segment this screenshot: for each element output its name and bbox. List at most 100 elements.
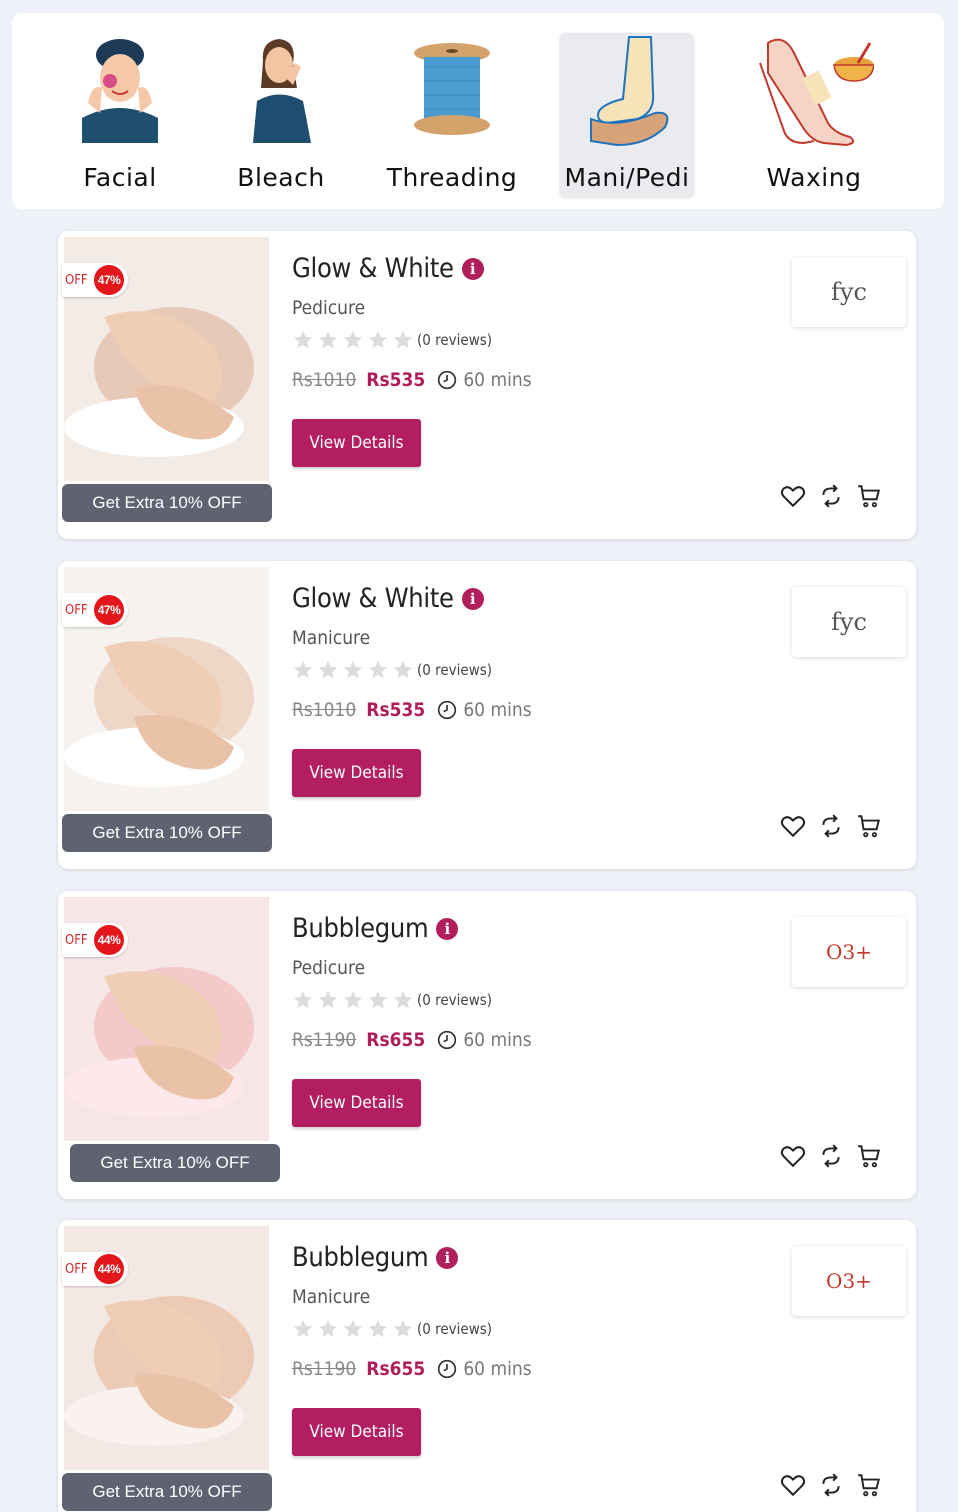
cart-icon[interactable] (856, 1143, 882, 1169)
category-mani-pedi[interactable]: Mani/Pedi (560, 33, 694, 197)
title-row: Bubblegum i (292, 913, 459, 944)
bleach-icon (253, 39, 311, 143)
service-subtitle: Pedicure (292, 297, 366, 319)
star-icon (393, 1319, 413, 1338)
compare-icon[interactable] (818, 483, 844, 509)
star-icon (293, 990, 313, 1009)
compare-icon[interactable] (818, 1143, 844, 1169)
star-icon (293, 330, 313, 349)
discount-tag: OFF 44% (62, 1252, 128, 1286)
discount-badge: 47% (94, 595, 124, 625)
discount-tag: OFF 44% (62, 923, 128, 957)
category-threading[interactable]: Threading (385, 33, 519, 197)
brand-logo[interactable]: fyc (792, 587, 906, 657)
brand-logo[interactable]: fyc (792, 257, 906, 327)
category-waxing[interactable]: Waxing (747, 33, 881, 197)
category-facial[interactable]: Facial (53, 33, 187, 197)
reviews-count: (0 reviews) (417, 991, 493, 1009)
heart-icon[interactable] (780, 813, 806, 839)
cart-icon[interactable] (856, 1472, 882, 1498)
category-bar: Facial Bleach Threading Mani/Pedi Waxing (12, 13, 944, 209)
brand-logo[interactable]: O3+ (792, 917, 906, 987)
service-card: OFF 44% Get Extra 10% OFF Bubblegum i Pe… (58, 891, 916, 1199)
brand-logo[interactable]: O3+ (792, 1246, 906, 1316)
view-details-button[interactable]: View Details (292, 1079, 421, 1127)
card-actions (780, 813, 894, 839)
service-subtitle: Manicure (292, 627, 371, 649)
category-bleach[interactable]: Bleach (214, 33, 348, 197)
reviews-count: (0 reviews) (417, 331, 493, 349)
info-icon[interactable]: i (436, 917, 459, 940)
threading-icon (414, 43, 490, 135)
reviews-count: (0 reviews) (417, 1320, 493, 1338)
star-icon (318, 1319, 338, 1338)
old-price: Rs1010 (292, 369, 357, 391)
service-title[interactable]: Glow & White (292, 583, 454, 614)
price-row: Rs1010 Rs535 60 mins (292, 699, 532, 721)
discount-badge: 47% (94, 265, 124, 295)
duration: 60 mins (463, 1358, 532, 1380)
compare-icon[interactable] (818, 1472, 844, 1498)
service-title[interactable]: Bubblegum (292, 1242, 429, 1273)
star-icon (318, 660, 338, 679)
discount-tag: OFF 47% (62, 593, 128, 627)
rating-stars: (0 reviews) (292, 1318, 492, 1340)
brand-name: fyc (831, 608, 867, 636)
info-icon[interactable]: i (461, 257, 484, 280)
mani-pedi-icon (590, 36, 669, 147)
discount-tag: OFF 47% (62, 263, 128, 297)
extra-discount-button[interactable]: Get Extra 10% OFF (62, 814, 272, 852)
service-subtitle: Manicure (292, 1286, 371, 1308)
title-row: Glow & White i (292, 583, 484, 614)
extra-discount-button[interactable]: Get Extra 10% OFF (62, 1473, 272, 1511)
heart-icon[interactable] (780, 483, 806, 509)
card-actions (780, 1472, 894, 1498)
new-price: Rs655 (366, 1358, 426, 1380)
service-subtitle: Pedicure (292, 957, 366, 979)
star-icon (368, 330, 388, 349)
card-actions (780, 1143, 894, 1169)
service-title[interactable]: Glow & White (292, 253, 454, 284)
cart-icon[interactable] (856, 813, 882, 839)
cart-icon[interactable] (856, 483, 882, 509)
service-title[interactable]: Bubblegum (292, 913, 429, 944)
heart-icon[interactable] (780, 1472, 806, 1498)
star-icon (393, 330, 413, 349)
view-details-button[interactable]: View Details (292, 749, 421, 797)
category-label: Bleach (237, 163, 325, 192)
star-icon (343, 330, 363, 349)
clock-icon (438, 1359, 457, 1379)
star-icon (393, 990, 413, 1009)
compare-icon[interactable] (818, 813, 844, 839)
brand-name: O3+ (826, 940, 872, 964)
off-label: OFF (65, 1262, 88, 1277)
star-icon (343, 1319, 363, 1338)
service-card: OFF 47% Get Extra 10% OFF Glow & White i… (58, 231, 916, 539)
brand-name: fyc (831, 278, 867, 306)
old-price: Rs1010 (292, 699, 357, 721)
rating-stars: (0 reviews) (292, 989, 492, 1011)
new-price: Rs535 (366, 369, 426, 391)
star-icon (368, 990, 388, 1009)
category-label: Waxing (766, 163, 862, 192)
card-actions (780, 483, 894, 509)
info-icon[interactable]: i (436, 1246, 459, 1269)
new-price: Rs655 (366, 1029, 426, 1051)
service-card: OFF 44% Get Extra 10% OFF Bubblegum i Ma… (58, 1220, 916, 1512)
extra-discount-button[interactable]: Get Extra 10% OFF (62, 484, 272, 522)
heart-icon[interactable] (780, 1143, 806, 1169)
duration: 60 mins (463, 699, 532, 721)
view-details-button[interactable]: View Details (292, 419, 421, 467)
clock-icon (438, 700, 457, 720)
rating-stars: (0 reviews) (292, 329, 492, 351)
star-icon (293, 1319, 313, 1338)
off-label: OFF (65, 933, 88, 948)
info-icon[interactable]: i (461, 587, 484, 610)
extra-discount-button[interactable]: Get Extra 10% OFF (70, 1144, 280, 1182)
view-details-button[interactable]: View Details (292, 1408, 421, 1456)
duration: 60 mins (463, 369, 532, 391)
duration: 60 mins (463, 1029, 532, 1051)
brand-name: O3+ (826, 1269, 872, 1293)
old-price: Rs1190 (292, 1358, 357, 1380)
star-icon (318, 990, 338, 1009)
